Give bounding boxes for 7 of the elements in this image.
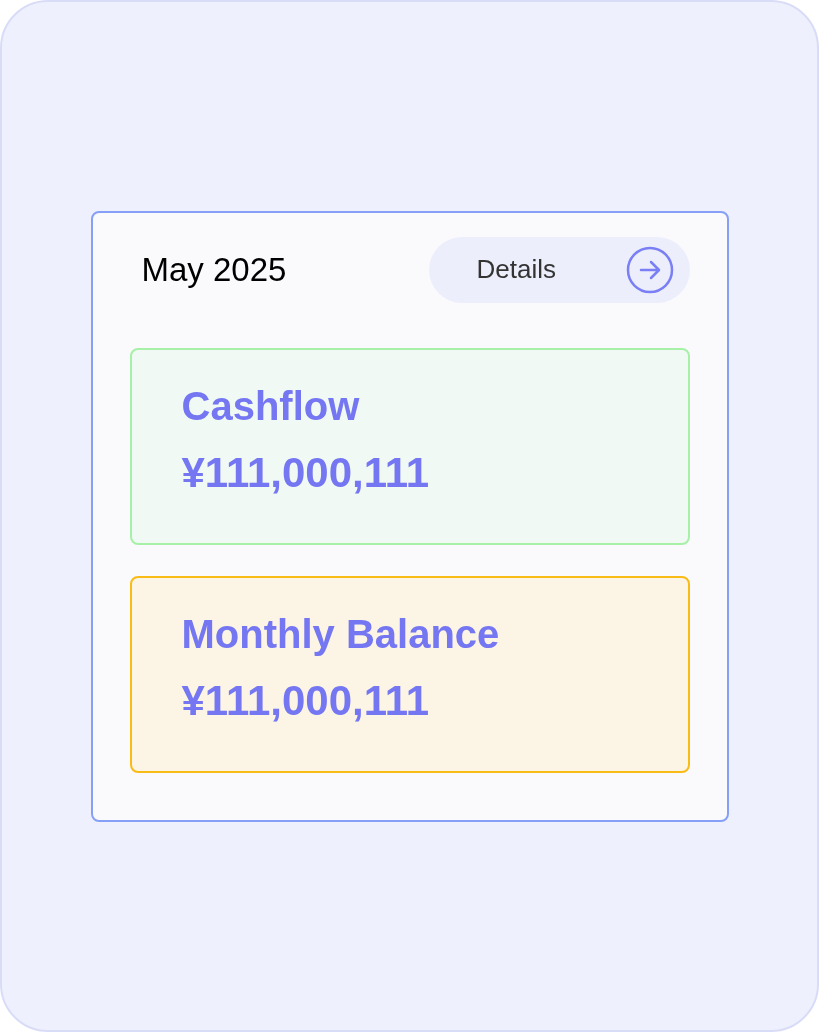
metric-value: ¥111,000,111 (181, 679, 431, 722)
metric-label: Cashflow (181, 385, 361, 426)
arrow-right-icon (625, 245, 674, 294)
metric-value: ¥111,000,111 (181, 451, 431, 494)
month-title: May 2025 (141, 249, 287, 290)
metric-label: Monthly Balance (181, 613, 501, 654)
details-button[interactable]: Details (428, 236, 690, 303)
